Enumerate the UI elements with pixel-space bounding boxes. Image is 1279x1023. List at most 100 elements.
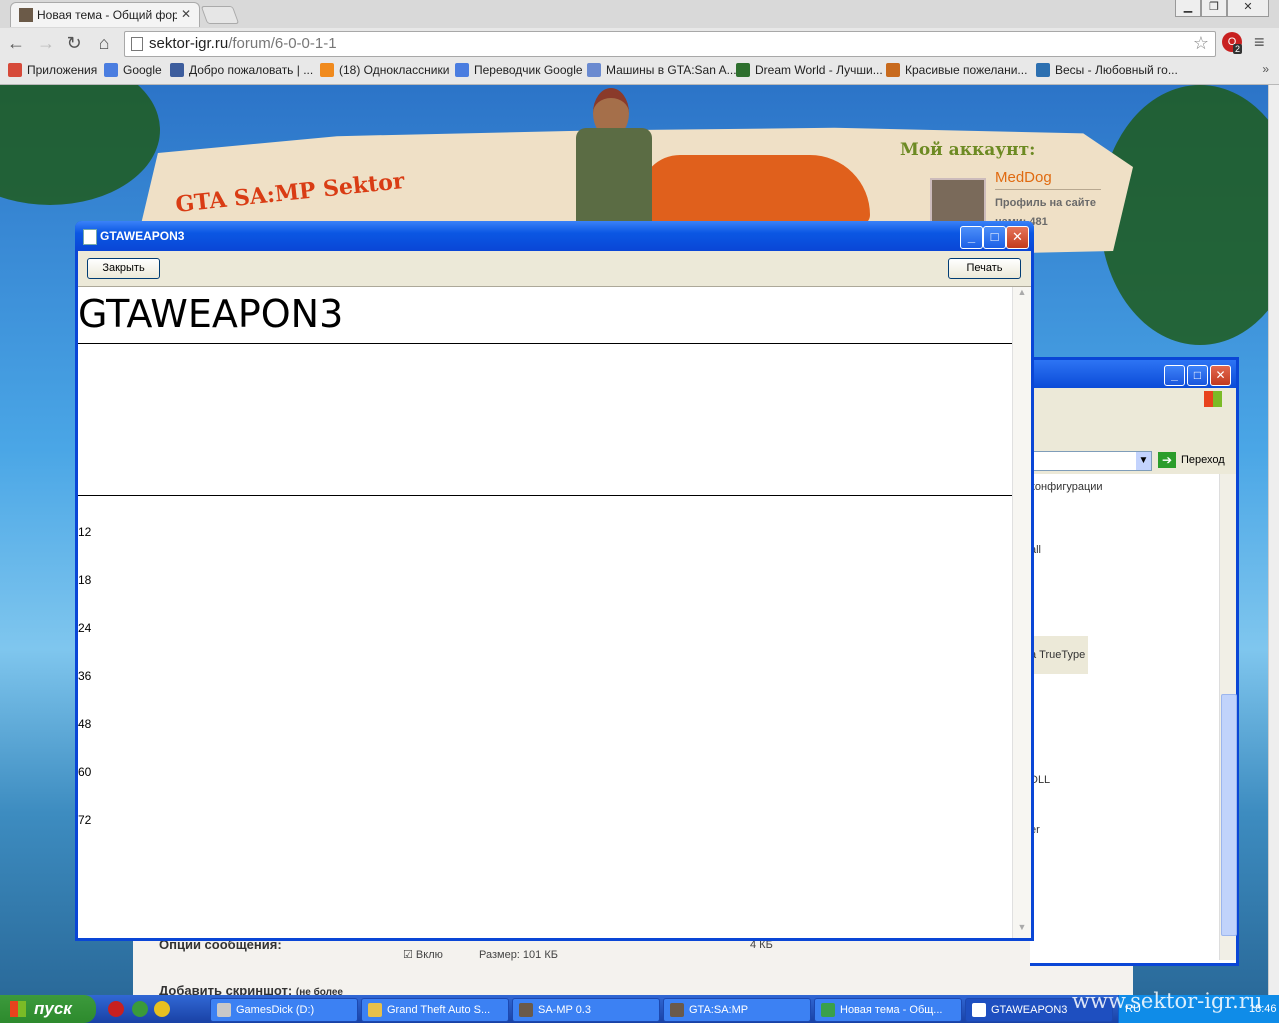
account-title: Мой аккаунт: (900, 140, 1036, 160)
start-button[interactable]: пуск (0, 995, 96, 1023)
bookmark-google[interactable]: Google (104, 63, 162, 77)
taskbar-item[interactable]: Grand Theft Auto S... (361, 998, 509, 1022)
font-viewer-scrollbar[interactable]: ▲ ▼ (1012, 287, 1031, 938)
account-username[interactable]: MedDog (995, 169, 1052, 186)
url-text[interactable]: sektor-igr.ru/forum/6-0-0-1-1 (149, 35, 337, 52)
font-viewer-client: Закрыть Печать GTAWEAPON3 12 18 24 36 48… (78, 251, 1031, 938)
browser-tab[interactable]: Новая тема - Общий форум ✕ (10, 2, 200, 27)
bookmark-label: Google (123, 63, 162, 77)
minimize-button[interactable]: ▁ (1175, 0, 1201, 17)
task-label: GTAWEAPON3 (991, 1004, 1068, 1016)
scroll-down-icon[interactable]: ▼ (1013, 922, 1031, 938)
go-arrow-icon[interactable]: ➔ (1158, 452, 1176, 468)
size-sample-row: 36 (78, 669, 92, 683)
tab-title: Новая тема - Общий форум (37, 8, 177, 22)
browser-window-controls: ▁ ❐ ✕ (1175, 0, 1269, 17)
profile-link[interactable]: Профиль на сайте (995, 197, 1096, 209)
chrome-icon (821, 1003, 835, 1018)
chrome-icon[interactable] (132, 1001, 148, 1017)
restore-button[interactable]: ❐ (1201, 0, 1227, 17)
explorer-titlebar[interactable]: _ □ ✕ (1030, 360, 1236, 388)
bookmark-wishes[interactable]: Красивые пожелани... (886, 63, 1027, 77)
chevron-down-icon[interactable]: ▼ (1136, 452, 1151, 470)
banner-car-image (640, 155, 870, 225)
tab-close-icon[interactable]: ✕ (181, 7, 191, 21)
taskbar-item[interactable]: Новая тема - Общ... (814, 998, 962, 1022)
reload-icon[interactable]: ↻ (64, 33, 84, 53)
palm-leaves-right (1100, 85, 1268, 345)
bookmarks-overflow-icon[interactable]: » (1262, 62, 1269, 76)
samp-icon (519, 1003, 533, 1018)
bookmark-label: Добро пожаловать | ... (189, 63, 314, 77)
task-label: GamesDick (D:) (236, 1004, 315, 1016)
explorer-maximize-button[interactable]: □ (1187, 365, 1208, 386)
taskbar-item[interactable]: GamesDick (D:) (210, 998, 358, 1022)
page-icon (131, 37, 143, 51)
screenshot-label-text: Добавить скриншот: (159, 983, 293, 995)
url-host: sektor-igr.ru (149, 35, 229, 52)
home-icon[interactable]: ⌂ (94, 33, 114, 53)
bookmark-translate[interactable]: Переводчик Google (455, 63, 583, 77)
windows-logo-icon (1204, 391, 1222, 407)
explorer-selected-item[interactable]: а TrueType (1030, 636, 1088, 674)
taskbar-item[interactable]: GTA:SA:MP (663, 998, 811, 1022)
minimize-button[interactable]: _ (960, 226, 983, 249)
maximize-button[interactable]: □ (983, 226, 1006, 249)
palm-leaves-left (0, 85, 160, 205)
enable-checkbox[interactable]: ☑ Вклю (403, 948, 443, 961)
bookmark-vk[interactable]: Добро пожаловать | ... (170, 63, 313, 77)
size-sample-row: 12 (78, 525, 92, 539)
size-sample-row: 72 (78, 813, 92, 827)
explorer-scrollbar[interactable] (1219, 474, 1237, 960)
explorer-address-combo[interactable]: ▼ (1030, 451, 1152, 471)
font-viewer-toolbar: Закрыть Печать (78, 251, 1031, 287)
bookmark-dream-world[interactable]: Dream World - Лучши... (736, 63, 883, 77)
explorer-minimize-button[interactable]: _ (1164, 365, 1185, 386)
close-button[interactable]: ✕ (1227, 0, 1269, 17)
print-button[interactable]: Печать (948, 258, 1021, 279)
task-label: GTA:SA:MP (689, 1004, 749, 1016)
bookmark-label: Машины в GTA:San A... (606, 63, 737, 77)
screenshot-note: (не более (295, 987, 343, 995)
taskbar-item[interactable]: SA-MP 0.3 (512, 998, 660, 1022)
scroll-up-icon[interactable]: ▲ (1013, 287, 1031, 303)
font-viewer-window: GTAWEAPON3 _ □ ✕ Закрыть Печать GTAWEAPO… (75, 221, 1034, 941)
menu-icon[interactable]: ≡ (1254, 32, 1265, 53)
forward-icon[interactable]: → (36, 33, 56, 53)
bookmark-odnoklassniki[interactable]: (18) Одноклассники (320, 63, 449, 77)
close-button[interactable]: ✕ (1006, 226, 1029, 249)
go-button-label[interactable]: Переход (1181, 454, 1225, 466)
size-sample-row: 48 (78, 717, 92, 731)
bookmark-gta-cars[interactable]: Машины в GTA:San A... (587, 63, 737, 77)
opera-icon[interactable] (108, 1001, 124, 1017)
explorer-scroll-thumb[interactable] (1221, 694, 1237, 936)
skype-icon[interactable] (154, 1001, 170, 1017)
browser-toolbar: ← → ↻ ⌂ sektor-igr.ru/forum/6-0-0-1-1 ☆ … (0, 28, 1279, 58)
banner-character-image (568, 88, 658, 228)
back-icon[interactable]: ← (6, 33, 26, 53)
bookmark-label: Переводчик Google (474, 63, 583, 77)
close-font-button[interactable]: Закрыть (87, 258, 160, 279)
address-bar[interactable]: sektor-igr.ru/forum/6-0-0-1-1 ☆ (124, 31, 1216, 57)
translate-icon (455, 63, 469, 77)
new-tab-button[interactable] (200, 6, 240, 24)
explorer-menubar (1030, 388, 1236, 411)
bookmark-horoscope[interactable]: Весы - Любовный го... (1036, 63, 1178, 77)
dream-world-icon (736, 63, 750, 77)
bookmark-star-icon[interactable]: ☆ (1193, 33, 1209, 54)
bookmark-apps[interactable]: Приложения (8, 63, 97, 77)
bookmark-label: Красивые пожелани... (905, 63, 1028, 77)
divider (78, 343, 1013, 344)
bookmark-label: Приложения (27, 63, 98, 77)
bookmark-label: (18) Одноклассники (339, 63, 450, 77)
page-scrollbar[interactable] (1268, 85, 1279, 995)
divider (78, 495, 1013, 496)
apps-grid-icon (8, 63, 22, 77)
url-path: /forum/6-0-0-1-1 (228, 35, 337, 52)
explorer-close-button[interactable]: ✕ (1210, 365, 1231, 386)
gta-cars-icon (587, 63, 601, 77)
size-sample-row: 24 (78, 621, 92, 635)
font-viewer-titlebar[interactable]: GTAWEAPON3 _ □ ✕ (75, 221, 1034, 251)
explorer-item[interactable]: конфигурации (1030, 481, 1103, 493)
font-name-heading: GTAWEAPON3 (78, 292, 344, 336)
